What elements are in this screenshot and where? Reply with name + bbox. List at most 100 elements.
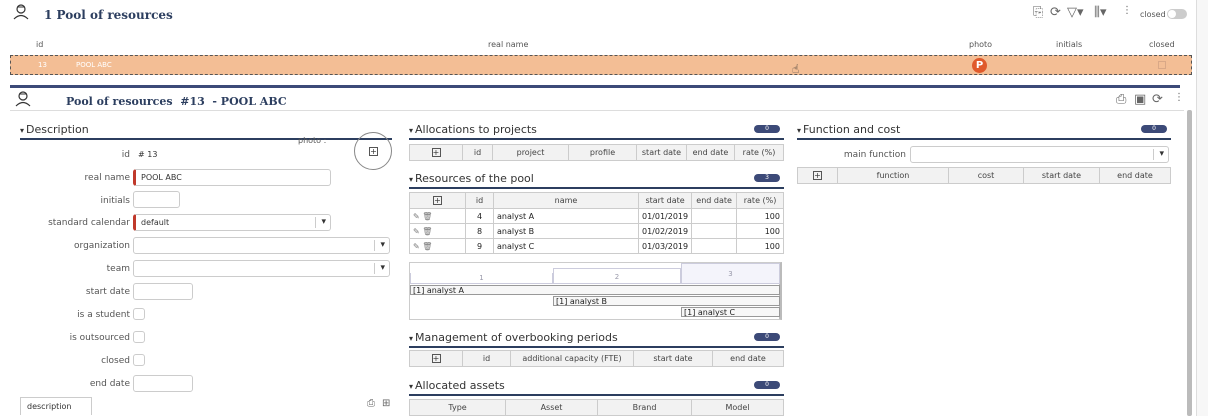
end-date-input[interactable] bbox=[133, 375, 193, 392]
delete-icon[interactable]: 🗑 bbox=[422, 227, 432, 236]
start-date-input[interactable] bbox=[133, 283, 193, 300]
function-cost-title: Function and cost bbox=[803, 123, 901, 136]
resource-start: 01/03/2019 bbox=[637, 238, 693, 254]
save-icon[interactable]: ▣ bbox=[1134, 92, 1146, 107]
resource-name: analyst C bbox=[493, 238, 639, 254]
calendar-label: standard calendar bbox=[48, 218, 130, 228]
delete-icon[interactable]: 🗑 bbox=[422, 242, 432, 251]
col-type: Type bbox=[409, 399, 506, 416]
col-header-photo[interactable]: photo bbox=[969, 40, 992, 49]
print-icon[interactable]: ⎙ bbox=[1116, 92, 1126, 107]
col-end-date: end date bbox=[686, 144, 735, 161]
overbooking-count: 0 bbox=[754, 333, 780, 341]
table-row[interactable]: ✎ 🗑 4 analyst A 01/01/2019 100 bbox=[409, 208, 784, 224]
row-photo: P bbox=[972, 58, 987, 73]
is-student-checkbox[interactable] bbox=[133, 308, 145, 320]
description-section-header[interactable]: ▾ Description bbox=[20, 122, 392, 140]
team-label: team bbox=[106, 264, 130, 274]
closed-toggle-label: closed bbox=[1140, 10, 1166, 19]
resource-end bbox=[691, 223, 738, 239]
resource-name: analyst A bbox=[493, 208, 639, 224]
col-id: id bbox=[462, 144, 493, 161]
overbooking-section-header[interactable]: ▾ Management of overbooking periods 0 bbox=[409, 330, 784, 348]
col-end-date: end date bbox=[691, 192, 738, 209]
edit-icon[interactable]: ✎ bbox=[413, 212, 420, 221]
organization-select[interactable] bbox=[133, 237, 390, 254]
team-select[interactable] bbox=[133, 260, 390, 277]
function-cost-section-header[interactable]: ▾ Function and cost 0 bbox=[797, 122, 1171, 140]
real-name-input[interactable]: POOL ABC bbox=[133, 169, 331, 186]
row-name: POOL ABC bbox=[76, 61, 112, 69]
edit-icon[interactable]: ✎ bbox=[413, 242, 420, 251]
edit-icon[interactable]: ✎ bbox=[413, 227, 420, 236]
print-description-icon[interactable]: ⎙ bbox=[367, 398, 375, 409]
end-date-label: end date bbox=[89, 379, 130, 389]
allocations-section-header[interactable]: ▾ Allocations to projects 0 bbox=[409, 122, 784, 140]
caret-down-icon: ▾ bbox=[20, 126, 25, 135]
function-cost-table: + function cost start date end date bbox=[797, 167, 1171, 184]
col-brand: Brand bbox=[597, 399, 692, 416]
col-rate: rate (%) bbox=[736, 192, 784, 209]
caret-down-icon: ▾ bbox=[797, 126, 802, 135]
plus-icon: + bbox=[433, 196, 442, 205]
calendar-select[interactable]: default bbox=[133, 214, 331, 231]
report-icon[interactable]: ⎘ bbox=[1033, 5, 1043, 20]
organization-label: organization bbox=[74, 241, 130, 251]
pool-icon bbox=[12, 4, 30, 24]
photo-add-button[interactable]: + bbox=[354, 132, 392, 170]
is-outsourced-checkbox[interactable] bbox=[133, 331, 145, 343]
table-row[interactable]: ✎ 🗑 8 analyst B 01/02/2019 100 bbox=[409, 223, 784, 239]
resources-section-header[interactable]: ▾ Resources of the pool 3 bbox=[409, 171, 784, 189]
columns-icon[interactable]: ⫼▾ bbox=[1094, 5, 1107, 20]
add-resource-button[interactable]: + bbox=[409, 192, 466, 209]
refresh-icon[interactable]: ⟳ bbox=[1050, 5, 1061, 20]
resource-id: 4 bbox=[465, 208, 494, 224]
resource-start: 01/02/2019 bbox=[637, 223, 693, 239]
table-row[interactable]: ✎ 🗑 9 analyst C 01/03/2019 100 bbox=[409, 238, 784, 254]
resource-name: analyst B bbox=[493, 223, 639, 239]
assets-title: Allocated assets bbox=[415, 379, 505, 392]
resource-rate: 100 bbox=[736, 208, 784, 224]
is-outsourced-label: is outsourced bbox=[69, 333, 130, 343]
row-closed-checkbox[interactable] bbox=[1158, 61, 1166, 69]
col-header-closed[interactable]: closed bbox=[1149, 40, 1175, 49]
list-title: 1 Pool of resources bbox=[44, 8, 173, 22]
delete-icon[interactable]: 🗑 bbox=[422, 212, 432, 221]
assets-section-header[interactable]: ▾ Allocated assets 0 bbox=[409, 378, 784, 396]
gantt-period: 3 bbox=[681, 263, 780, 284]
resources-count: 3 bbox=[754, 174, 780, 182]
filter-icon[interactable]: ▽▾ bbox=[1067, 5, 1084, 20]
more-options-icon[interactable]: ⋮ bbox=[1122, 5, 1132, 16]
fullscreen-icon[interactable]: ⊞ bbox=[382, 398, 390, 409]
main-function-select[interactable] bbox=[910, 146, 1169, 163]
reload-icon[interactable]: ⟳ bbox=[1152, 92, 1163, 107]
gantt-bar[interactable]: [1] analyst C bbox=[681, 307, 780, 317]
add-overbooking-button[interactable]: + bbox=[409, 350, 463, 367]
add-allocation-button[interactable]: + bbox=[409, 144, 463, 161]
closed-checkbox[interactable] bbox=[133, 354, 145, 366]
gantt-bar[interactable]: [1] analyst B bbox=[553, 296, 780, 306]
add-function-button[interactable]: + bbox=[797, 167, 838, 184]
table-row[interactable]: 13 POOL ABC P bbox=[10, 55, 1192, 75]
gantt-period: 2 bbox=[553, 268, 681, 284]
detail-scrollbar[interactable] bbox=[1187, 110, 1192, 416]
initials-input[interactable] bbox=[133, 191, 180, 208]
is-student-label: is a student bbox=[77, 310, 130, 320]
closed-toggle[interactable] bbox=[1167, 9, 1187, 19]
col-header-id[interactable]: id bbox=[36, 40, 43, 49]
col-end-date: end date bbox=[712, 350, 784, 367]
resource-end bbox=[691, 208, 738, 224]
gantt-bar[interactable]: [1] analyst A bbox=[410, 285, 780, 295]
row-id: 13 bbox=[38, 61, 47, 69]
resources-title: Resources of the pool bbox=[415, 172, 534, 185]
detail-more-icon[interactable]: ⋮ bbox=[1174, 92, 1184, 103]
col-start-date: start date bbox=[1023, 167, 1100, 184]
pointer-cursor-icon: ☝ bbox=[792, 62, 800, 76]
splitter[interactable] bbox=[10, 85, 1180, 88]
col-rate: rate (%) bbox=[734, 144, 784, 161]
closed-label: closed bbox=[101, 356, 130, 366]
resources-gantt: 1 2 3 [1] analyst A [1] analyst B [1] an… bbox=[409, 262, 782, 320]
col-header-real-name[interactable]: real name bbox=[488, 40, 528, 49]
col-header-initials[interactable]: initials bbox=[1056, 40, 1082, 49]
description-tab[interactable]: description bbox=[20, 397, 92, 415]
